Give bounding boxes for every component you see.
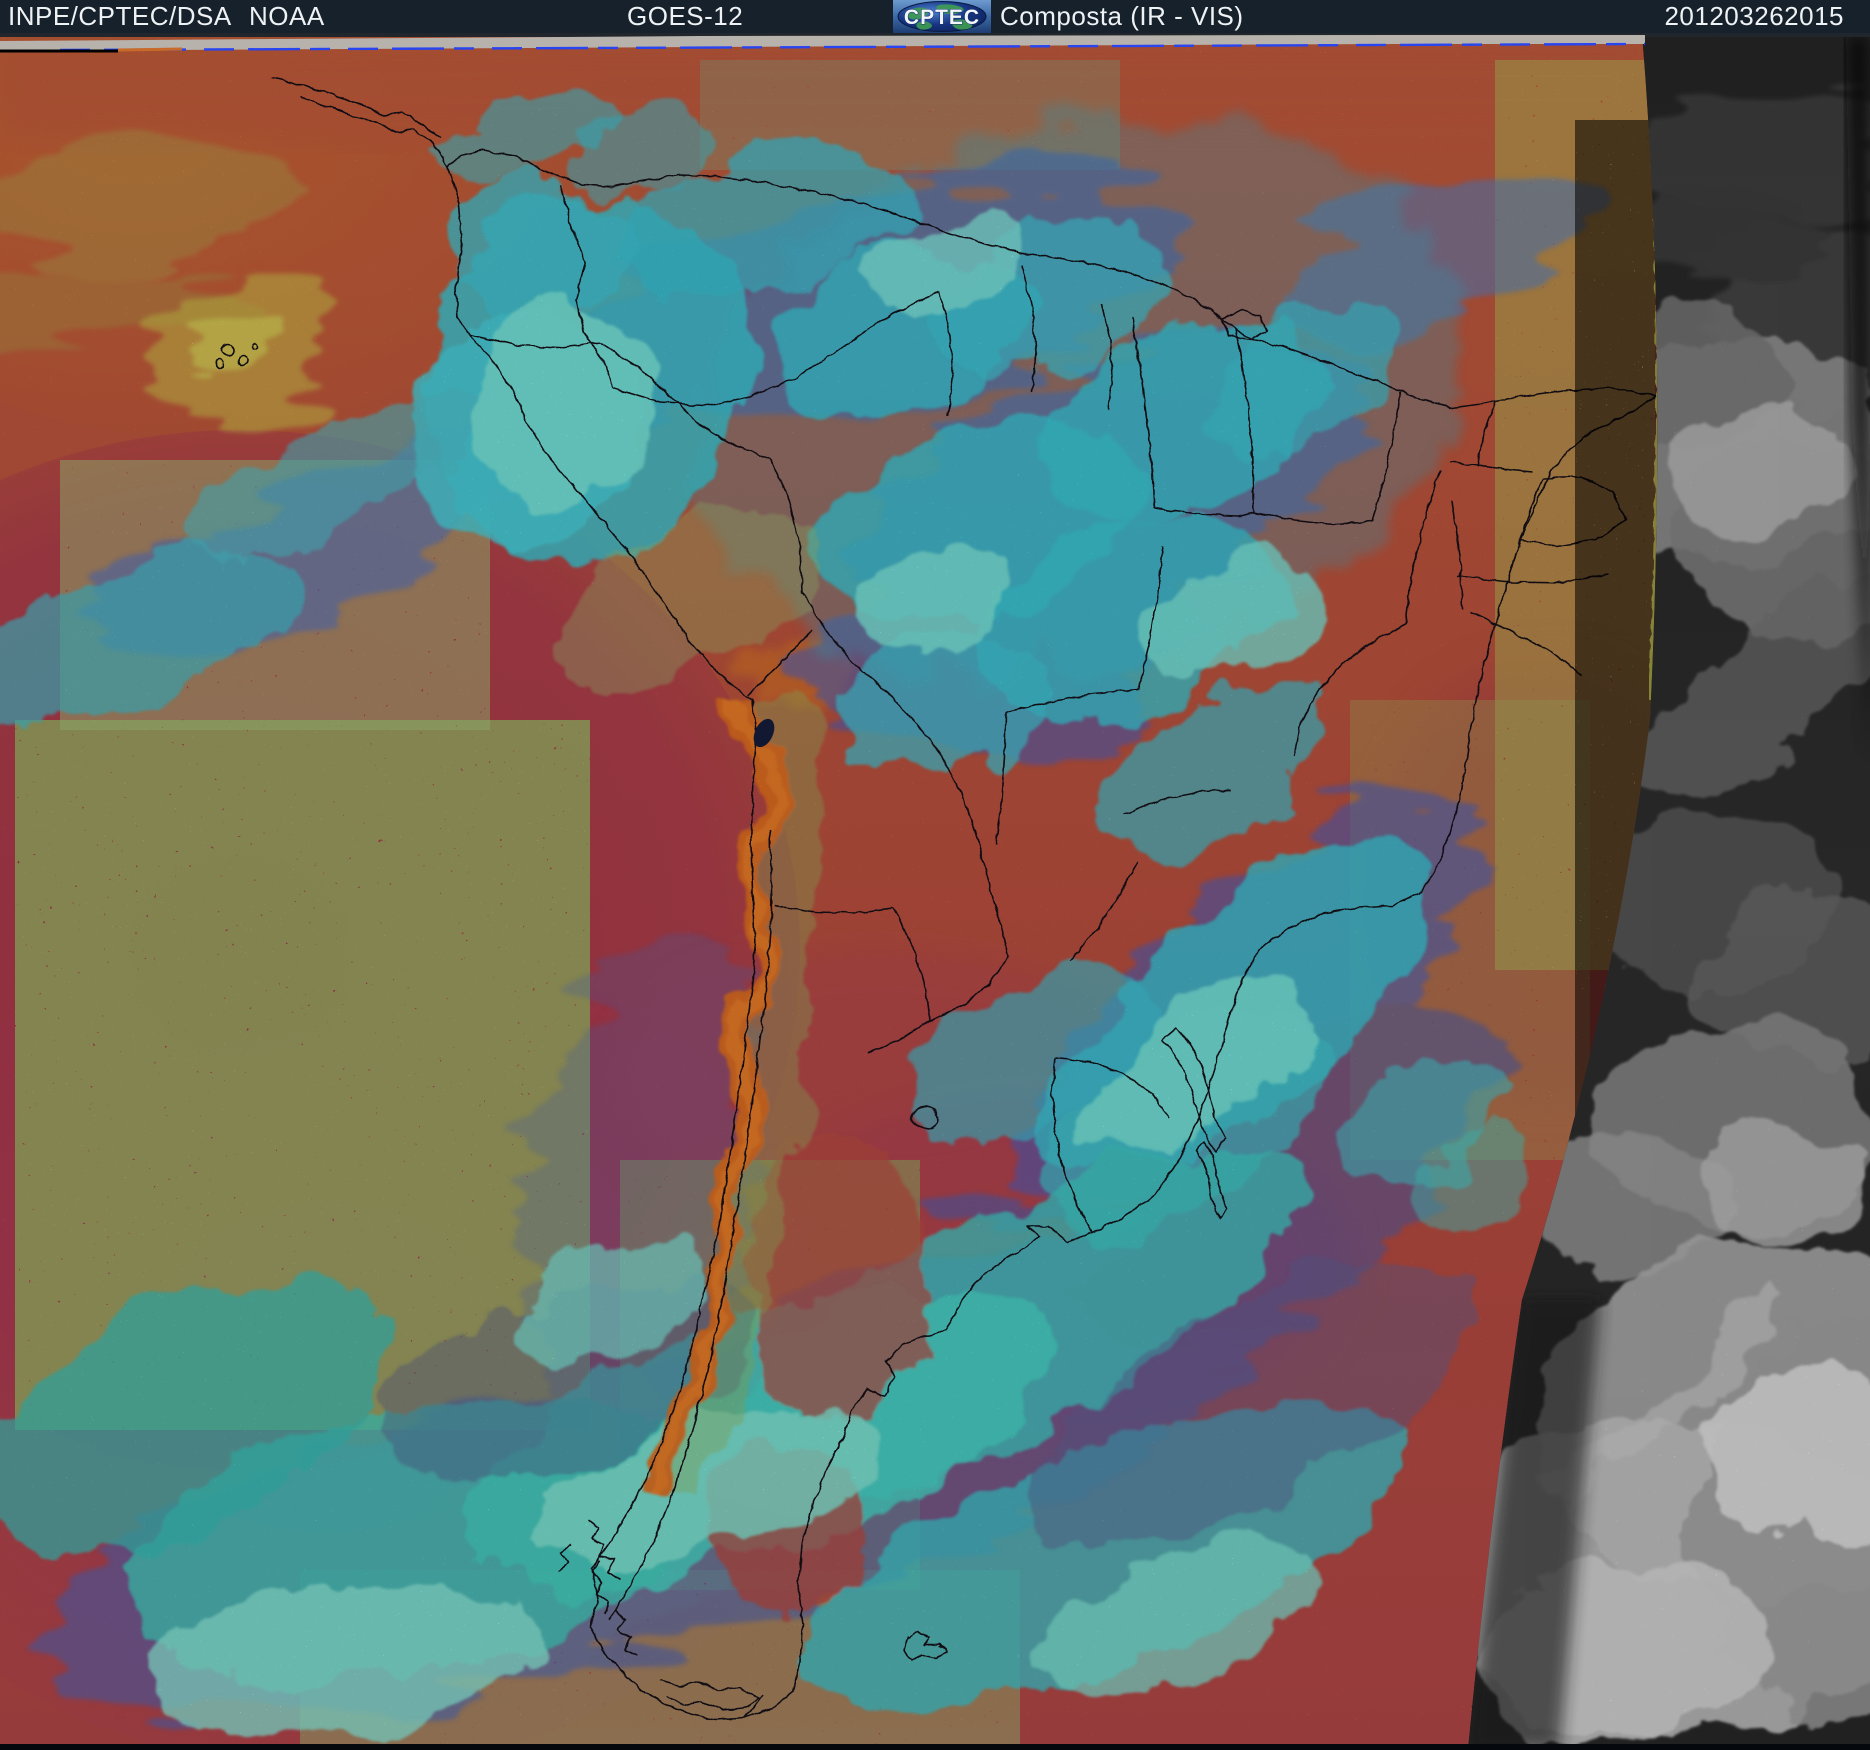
color-grain-overlay	[0, 33, 1658, 1750]
product-label: Composta (IR - VIS)	[1000, 1, 1244, 31]
cptec-logo: CPTEC	[893, 0, 991, 33]
timestamp-label: 201203262015	[1664, 1, 1844, 31]
satellite-label: GOES-12	[627, 1, 744, 31]
logo-text: CPTEC	[904, 6, 980, 29]
agency-label: INPE/CPTEC/DSA	[8, 1, 232, 31]
satellite-viewer: INPE/CPTEC/DSA NOAA GOES-12 Composta (IR…	[0, 0, 1870, 1750]
title-bar: INPE/CPTEC/DSA NOAA GOES-12 Composta (IR…	[0, 0, 1870, 33]
color-composite-region	[0, 33, 1658, 1750]
noaa-label: NOAA	[249, 1, 325, 31]
satellite-image	[0, 33, 1870, 1750]
top-orange-segment	[117, 47, 183, 52]
bottom-black-strip	[0, 1744, 1870, 1750]
